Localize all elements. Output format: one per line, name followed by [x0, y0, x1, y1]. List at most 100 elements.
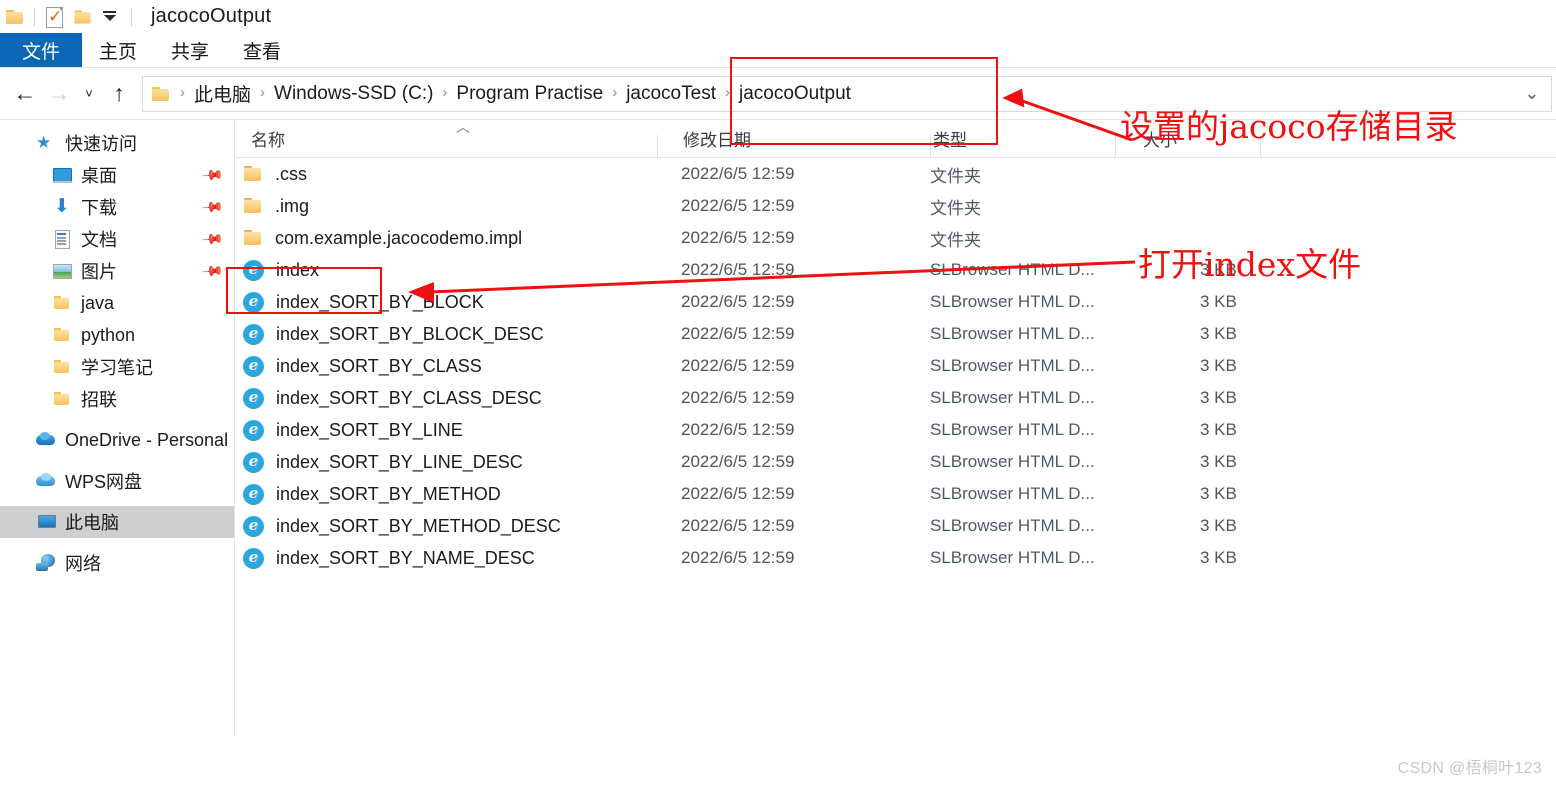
back-button[interactable]: ←	[8, 77, 42, 111]
file-name-label: com.example.jacocodemo.impl	[275, 227, 523, 248]
file-size-cell: 3 KB	[1200, 292, 1237, 311]
file-name-cell[interactable]: index_SORT_BY_LINE	[243, 419, 463, 441]
properties-icon[interactable]: ✓	[44, 6, 64, 28]
sidebar-item-label: python	[81, 324, 136, 345]
breadcrumb-separator-3[interactable]: ›	[612, 84, 617, 101]
sidebar-item-label: 学习笔记	[81, 358, 153, 378]
file-name-cell[interactable]: index_SORT_BY_LINE_DESC	[243, 451, 523, 473]
file-name-cell[interactable]: index_SORT_BY_METHOD_DESC	[243, 515, 561, 537]
sidebar-item-label: 下载	[81, 198, 117, 218]
sidebar-item-this-pc[interactable]: 此电脑	[0, 506, 234, 538]
column-divider[interactable]	[930, 135, 931, 157]
pin-icon[interactable]: 📌	[200, 163, 225, 187]
file-name-cell[interactable]: .img	[243, 196, 309, 217]
breadcrumb-jacocooutput[interactable]: jacocoOutput	[739, 83, 851, 105]
new-folder-icon[interactable]	[74, 9, 92, 24]
table-row[interactable]: index_SORT_BY_NAME_DESC 2022/6/5 12:59 SLB…	[235, 542, 1556, 574]
breadcrumb-this-pc[interactable]: 此电脑	[194, 80, 251, 107]
file-name-cell[interactable]: index_SORT_BY_CLASS_DESC	[243, 387, 542, 409]
file-name-cell[interactable]: .css	[243, 164, 307, 185]
file-name-label: index	[276, 259, 320, 280]
onedrive-icon	[36, 431, 56, 449]
file-name-cell[interactable]: index_SORT_BY_BLOCK_DESC	[243, 323, 544, 345]
file-size-cell: 3 KB	[1200, 388, 1237, 407]
file-name-cell[interactable]: index_SORT_BY_CLASS	[243, 355, 482, 377]
folder-icon	[243, 197, 263, 215]
tab-share[interactable]: 共享	[154, 33, 226, 68]
file-name-cell[interactable]: index	[243, 259, 320, 281]
table-row[interactable]: index_SORT_BY_BLOCK_DESC 2022/6/5 12:59 SL…	[235, 318, 1556, 350]
table-row[interactable]: .img 2022/6/5 12:59 文件夹	[235, 190, 1556, 222]
sidebar-item-network[interactable]: 网络	[0, 547, 234, 579]
table-row[interactable]: index_SORT_BY_LINE_DESC 2022/6/5 12:59 SLB…	[235, 446, 1556, 478]
annotation-text-path: 设置的jacoco存储目录	[1120, 107, 1458, 146]
file-type-cell: SLBrowser HTML D...	[930, 548, 1095, 567]
sidebar-item-downloads[interactable]: ⬇ 下载 📌	[0, 191, 234, 223]
column-header-type[interactable]: 类型	[933, 126, 967, 157]
wps-cloud-icon	[36, 472, 56, 490]
slbrowser-html-icon	[243, 291, 264, 313]
breadcrumb-separator-0[interactable]: ›	[180, 84, 185, 101]
sidebar-item-java[interactable]: java	[0, 287, 234, 319]
slbrowser-html-icon	[243, 483, 264, 505]
table-row[interactable]: index_SORT_BY_LINE 2022/6/5 12:59 SLBrowse…	[235, 414, 1556, 446]
file-type-cell: 文件夹	[930, 198, 981, 218]
sidebar-item-pictures[interactable]: 图片 📌	[0, 255, 234, 287]
breadcrumb-separator-1[interactable]: ›	[260, 84, 265, 101]
folder-icon	[52, 326, 72, 344]
column-divider[interactable]	[657, 135, 658, 157]
table-row[interactable]: index_SORT_BY_METHOD 2022/6/5 12:59 SLBrow…	[235, 478, 1556, 510]
file-name-cell[interactable]: index_SORT_BY_NAME_DESC	[243, 547, 535, 569]
file-name-label: index_SORT_BY_CLASS_DESC	[276, 387, 542, 408]
file-name-label: index_SORT_BY_METHOD_DESC	[276, 515, 561, 536]
file-name-cell[interactable]: com.example.jacocodemo.impl	[243, 228, 522, 249]
breadcrumb-separator-2[interactable]: ›	[442, 84, 447, 101]
sidebar-item-onedrive[interactable]: OneDrive - Personal	[0, 424, 234, 456]
breadcrumb-separator-4[interactable]: ›	[725, 84, 730, 101]
breadcrumb-drive-c[interactable]: Windows-SSD (C:)	[274, 83, 433, 105]
column-header-name[interactable]: 名称	[251, 126, 285, 157]
pin-icon[interactable]: 📌	[200, 195, 225, 219]
main-area: ★ 快速访问 桌面 📌 ⬇ 下载 📌 文档 📌 图片 📌 java python…	[0, 119, 1556, 735]
navigation-pane: ★ 快速访问 桌面 📌 ⬇ 下载 📌 文档 📌 图片 📌 java python…	[0, 120, 235, 735]
table-row[interactable]: index_SORT_BY_CLASS_DESC 2022/6/5 12:59 SL…	[235, 382, 1556, 414]
file-size-cell: 3 KB	[1200, 548, 1237, 567]
table-row[interactable]: .css 2022/6/5 12:59 文件夹	[235, 158, 1556, 190]
up-button[interactable]: ↑	[102, 77, 136, 111]
slbrowser-html-icon	[243, 387, 264, 409]
table-row[interactable]: index_SORT_BY_BLOCK 2022/6/5 12:59 SLBrows…	[235, 286, 1556, 318]
breadcrumb-program-practise[interactable]: Program Practise	[456, 83, 603, 105]
sidebar-item-python[interactable]: python	[0, 319, 234, 351]
table-row[interactable]: index_SORT_BY_CLASS 2022/6/5 12:59 SLBrows…	[235, 350, 1556, 382]
desktop-icon	[52, 166, 72, 184]
slbrowser-html-icon	[243, 323, 264, 345]
customize-qat-dropdown-icon[interactable]	[103, 10, 116, 21]
tab-view[interactable]: 查看	[226, 33, 298, 68]
file-name-label: .img	[275, 195, 310, 216]
sidebar-item-quick-access[interactable]: ★ 快速访问	[0, 127, 234, 159]
table-row[interactable]: index_SORT_BY_METHOD_DESC 2022/6/5 12:59 S…	[235, 510, 1556, 542]
recent-locations-button[interactable]: ˅	[76, 77, 102, 111]
tab-file[interactable]: 文件	[0, 33, 82, 68]
pin-icon[interactable]: 📌	[200, 259, 225, 283]
pin-icon[interactable]: 📌	[200, 227, 225, 251]
column-divider[interactable]	[1115, 135, 1116, 157]
column-header-date[interactable]: 修改日期	[683, 126, 751, 157]
folder-icon[interactable]	[6, 9, 25, 25]
file-type-cell: SLBrowser HTML D...	[930, 292, 1095, 311]
slbrowser-html-icon	[243, 547, 264, 569]
sidebar-item-documents[interactable]: 文档 📌	[0, 223, 234, 255]
file-name-cell[interactable]: index_SORT_BY_METHOD	[243, 483, 501, 505]
breadcrumb-jacocotest[interactable]: jacocoTest	[626, 83, 716, 105]
sidebar-item-wps-cloud[interactable]: WPS网盘	[0, 465, 234, 497]
sidebar-item-zhaolian[interactable]: 招联	[0, 383, 234, 415]
sidebar-item-study-notes[interactable]: 学习笔记	[0, 351, 234, 383]
forward-button[interactable]: →	[42, 77, 76, 111]
file-type-cell: SLBrowser HTML D...	[930, 420, 1095, 439]
address-dropdown-icon[interactable]: ⌄	[1525, 84, 1539, 104]
tab-home[interactable]: 主页	[82, 33, 154, 68]
file-name-label: .css	[275, 163, 308, 184]
file-name-cell[interactable]: index_SORT_BY_BLOCK	[243, 291, 484, 313]
file-type-cell: SLBrowser HTML D...	[930, 260, 1095, 279]
sidebar-item-desktop[interactable]: 桌面 📌	[0, 159, 234, 191]
